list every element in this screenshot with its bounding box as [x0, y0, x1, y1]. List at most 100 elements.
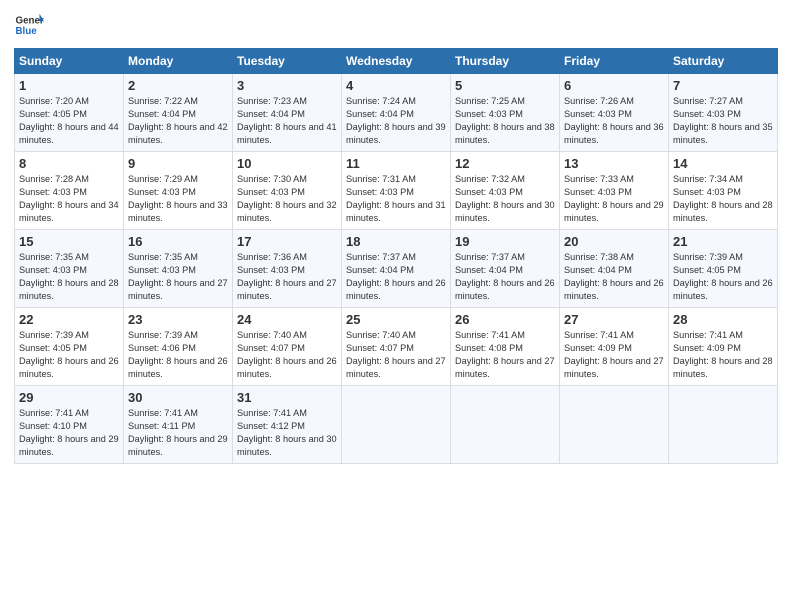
day-info: Sunrise: 7:23 AMSunset: 4:04 PMDaylight:…	[237, 95, 337, 147]
day-info: Sunrise: 7:35 AMSunset: 4:03 PMDaylight:…	[128, 251, 228, 303]
day-number: 8	[19, 156, 119, 171]
calendar-cell: 3 Sunrise: 7:23 AMSunset: 4:04 PMDaylight…	[233, 74, 342, 152]
day-number: 5	[455, 78, 555, 93]
calendar-cell: 11 Sunrise: 7:31 AMSunset: 4:03 PMDayligh…	[342, 152, 451, 230]
day-number: 19	[455, 234, 555, 249]
col-header-tuesday: Tuesday	[233, 49, 342, 74]
day-info: Sunrise: 7:29 AMSunset: 4:03 PMDaylight:…	[128, 173, 228, 225]
day-info: Sunrise: 7:38 AMSunset: 4:04 PMDaylight:…	[564, 251, 664, 303]
calendar-cell: 23Sunrise: 7:39 AMSunset: 4:06 PMDayligh…	[124, 308, 233, 386]
calendar-cell: 10 Sunrise: 7:30 AMSunset: 4:03 PMDayligh…	[233, 152, 342, 230]
day-info: Sunrise: 7:27 AMSunset: 4:03 PMDaylight:…	[673, 95, 773, 147]
calendar-cell: 1 Sunrise: 7:20 AMSunset: 4:05 PMDaylight…	[15, 74, 124, 152]
calendar-cell: 14 Sunrise: 7:34 AMSunset: 4:03 PMDayligh…	[669, 152, 778, 230]
day-number: 9	[128, 156, 228, 171]
day-number: 25	[346, 312, 446, 327]
day-info: Sunrise: 7:39 AMSunset: 4:06 PMDaylight:…	[128, 329, 228, 381]
calendar-cell: 15 Sunrise: 7:35 AMSunset: 4:03 PMDayligh…	[15, 230, 124, 308]
day-number: 1	[19, 78, 119, 93]
day-info: Sunrise: 7:37 AMSunset: 4:04 PMDaylight:…	[455, 251, 555, 303]
calendar-cell	[451, 386, 560, 464]
day-info: Sunrise: 7:33 AMSunset: 4:03 PMDaylight:…	[564, 173, 664, 225]
calendar-cell: 22 Sunrise: 7:39 AMSunset: 4:05 PMDayligh…	[15, 308, 124, 386]
calendar-cell: 30 Sunrise: 7:41 AMSunset: 4:11 PMDayligh…	[124, 386, 233, 464]
col-header-wednesday: Wednesday	[342, 49, 451, 74]
day-number: 15	[19, 234, 119, 249]
day-info: Sunrise: 7:41 AMSunset: 4:12 PMDaylight:…	[237, 407, 337, 459]
calendar-cell: 6 Sunrise: 7:26 AMSunset: 4:03 PMDaylight…	[560, 74, 669, 152]
day-info: Sunrise: 7:37 AMSunset: 4:04 PMDaylight:…	[346, 251, 446, 303]
col-header-sunday: Sunday	[15, 49, 124, 74]
col-header-friday: Friday	[560, 49, 669, 74]
day-number: 7	[673, 78, 773, 93]
day-info: Sunrise: 7:25 AMSunset: 4:03 PMDaylight:…	[455, 95, 555, 147]
day-number: 16	[128, 234, 228, 249]
day-number: 12	[455, 156, 555, 171]
day-number: 26	[455, 312, 555, 327]
day-number: 22	[19, 312, 119, 327]
day-info: Sunrise: 7:30 AMSunset: 4:03 PMDaylight:…	[237, 173, 337, 225]
day-number: 24	[237, 312, 337, 327]
calendar-cell: 2 Sunrise: 7:22 AMSunset: 4:04 PMDaylight…	[124, 74, 233, 152]
logo: General Blue	[14, 10, 44, 40]
day-number: 31	[237, 390, 337, 405]
calendar-cell: 31 Sunrise: 7:41 AMSunset: 4:12 PMDayligh…	[233, 386, 342, 464]
day-number: 10	[237, 156, 337, 171]
day-number: 17	[237, 234, 337, 249]
day-info: Sunrise: 7:40 AMSunset: 4:07 PMDaylight:…	[237, 329, 337, 381]
day-info: Sunrise: 7:41 AMSunset: 4:11 PMDaylight:…	[128, 407, 228, 459]
svg-text:Blue: Blue	[16, 26, 38, 37]
day-info: Sunrise: 7:20 AMSunset: 4:05 PMDaylight:…	[19, 95, 119, 147]
day-number: 14	[673, 156, 773, 171]
calendar-cell: 20 Sunrise: 7:38 AMSunset: 4:04 PMDayligh…	[560, 230, 669, 308]
calendar-cell: 21Sunrise: 7:39 AMSunset: 4:05 PMDayligh…	[669, 230, 778, 308]
calendar-cell: 28 Sunrise: 7:41 AMSunset: 4:09 PMDayligh…	[669, 308, 778, 386]
day-info: Sunrise: 7:41 AMSunset: 4:08 PMDaylight:…	[455, 329, 555, 381]
col-header-monday: Monday	[124, 49, 233, 74]
day-number: 13	[564, 156, 664, 171]
day-info: Sunrise: 7:22 AMSunset: 4:04 PMDaylight:…	[128, 95, 228, 147]
day-number: 3	[237, 78, 337, 93]
day-info: Sunrise: 7:39 AMSunset: 4:05 PMDaylight:…	[19, 329, 119, 381]
calendar-cell: 17 Sunrise: 7:36 AMSunset: 4:03 PMDayligh…	[233, 230, 342, 308]
day-info: Sunrise: 7:41 AMSunset: 4:09 PMDaylight:…	[673, 329, 773, 381]
day-number: 28	[673, 312, 773, 327]
calendar-cell: 13 Sunrise: 7:33 AMSunset: 4:03 PMDayligh…	[560, 152, 669, 230]
calendar-cell	[669, 386, 778, 464]
day-number: 11	[346, 156, 446, 171]
calendar-cell: 7 Sunrise: 7:27 AMSunset: 4:03 PMDaylight…	[669, 74, 778, 152]
day-info: Sunrise: 7:35 AMSunset: 4:03 PMDaylight:…	[19, 251, 119, 303]
calendar-cell: 8 Sunrise: 7:28 AMSunset: 4:03 PMDaylight…	[15, 152, 124, 230]
day-info: Sunrise: 7:36 AMSunset: 4:03 PMDaylight:…	[237, 251, 337, 303]
day-info: Sunrise: 7:34 AMSunset: 4:03 PMDaylight:…	[673, 173, 773, 225]
day-number: 18	[346, 234, 446, 249]
day-number: 20	[564, 234, 664, 249]
day-info: Sunrise: 7:41 AMSunset: 4:09 PMDaylight:…	[564, 329, 664, 381]
day-info: Sunrise: 7:32 AMSunset: 4:03 PMDaylight:…	[455, 173, 555, 225]
calendar-cell: 18 Sunrise: 7:37 AMSunset: 4:04 PMDayligh…	[342, 230, 451, 308]
day-info: Sunrise: 7:24 AMSunset: 4:04 PMDaylight:…	[346, 95, 446, 147]
calendar-cell	[342, 386, 451, 464]
day-number: 21	[673, 234, 773, 249]
calendar-cell	[560, 386, 669, 464]
day-number: 6	[564, 78, 664, 93]
day-number: 4	[346, 78, 446, 93]
day-info: Sunrise: 7:26 AMSunset: 4:03 PMDaylight:…	[564, 95, 664, 147]
day-number: 29	[19, 390, 119, 405]
calendar-cell: 25 Sunrise: 7:40 AMSunset: 4:07 PMDayligh…	[342, 308, 451, 386]
calendar-cell: 26 Sunrise: 7:41 AMSunset: 4:08 PMDayligh…	[451, 308, 560, 386]
calendar-cell: 24 Sunrise: 7:40 AMSunset: 4:07 PMDayligh…	[233, 308, 342, 386]
calendar-cell: 9 Sunrise: 7:29 AMSunset: 4:03 PMDaylight…	[124, 152, 233, 230]
calendar-cell: 27 Sunrise: 7:41 AMSunset: 4:09 PMDayligh…	[560, 308, 669, 386]
calendar-cell: 4 Sunrise: 7:24 AMSunset: 4:04 PMDaylight…	[342, 74, 451, 152]
day-info: Sunrise: 7:40 AMSunset: 4:07 PMDaylight:…	[346, 329, 446, 381]
day-info: Sunrise: 7:28 AMSunset: 4:03 PMDaylight:…	[19, 173, 119, 225]
calendar-cell: 12 Sunrise: 7:32 AMSunset: 4:03 PMDayligh…	[451, 152, 560, 230]
day-info: Sunrise: 7:41 AMSunset: 4:10 PMDaylight:…	[19, 407, 119, 459]
day-number: 30	[128, 390, 228, 405]
day-number: 27	[564, 312, 664, 327]
day-number: 2	[128, 78, 228, 93]
col-header-saturday: Saturday	[669, 49, 778, 74]
day-info: Sunrise: 7:31 AMSunset: 4:03 PMDaylight:…	[346, 173, 446, 225]
calendar-cell: 16 Sunrise: 7:35 AMSunset: 4:03 PMDayligh…	[124, 230, 233, 308]
